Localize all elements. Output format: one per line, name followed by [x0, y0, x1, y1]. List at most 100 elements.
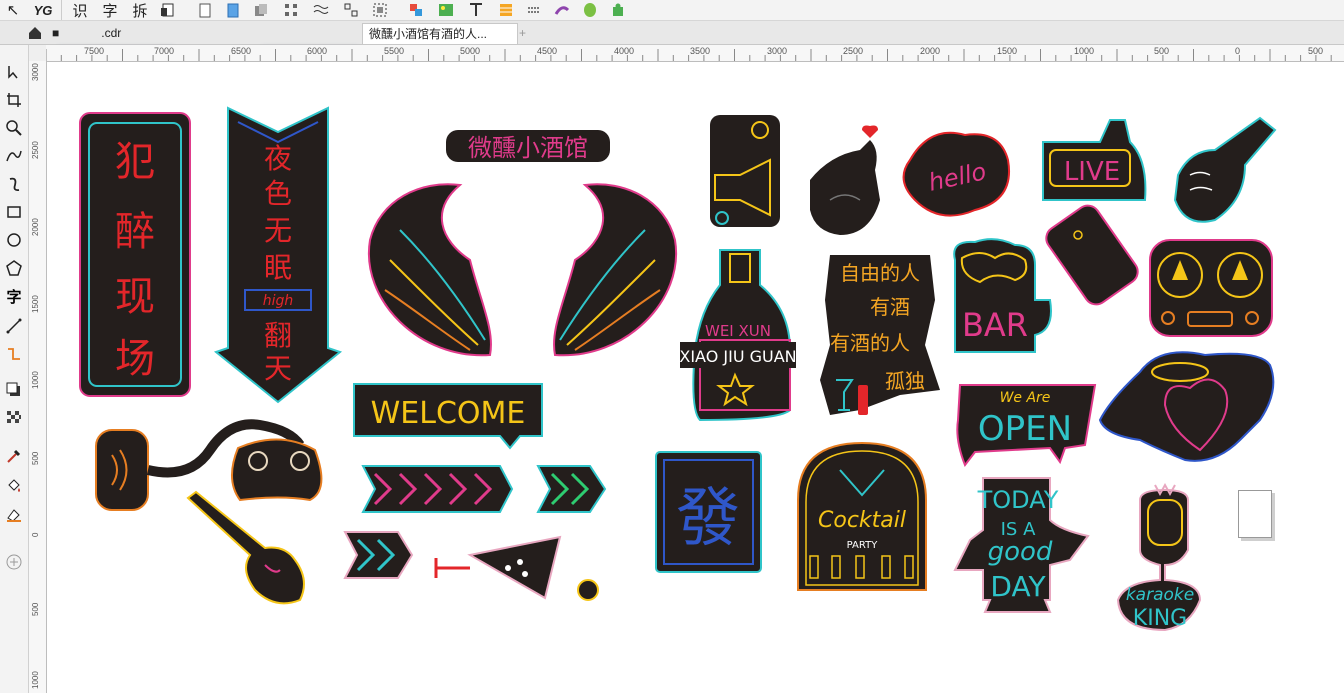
sticker-vertical-sign-1[interactable]: 犯 醉 现 场	[79, 112, 191, 397]
drop-shadow-icon[interactable]	[3, 379, 25, 401]
zoom-icon[interactable]	[3, 117, 25, 139]
yg-button[interactable]: YG	[30, 1, 56, 19]
group-icon[interactable]	[342, 1, 360, 19]
toolbox: 字	[0, 45, 29, 693]
ruler-label: 1000	[31, 671, 40, 689]
dots-grid-icon[interactable]	[524, 1, 544, 19]
shape-color-icon[interactable]	[406, 1, 426, 19]
sticker-hand-heart[interactable]	[810, 125, 880, 236]
sticker-speaker[interactable]	[710, 115, 780, 227]
sticker-open[interactable]: We Are OPEN	[956, 384, 1097, 468]
smart-fill-icon[interactable]	[3, 503, 25, 525]
grid-dots-icon[interactable]	[282, 1, 300, 19]
dimension-icon[interactable]	[3, 315, 25, 337]
page-thumbnail[interactable]	[1238, 490, 1272, 538]
bottle-line2: XIAO JIU GUAN	[679, 347, 796, 366]
artistic-media-icon[interactable]	[3, 173, 25, 195]
sticker-gamepad[interactable]	[95, 419, 323, 511]
open-text: OPEN	[978, 409, 1072, 449]
ruler-label: 2500	[31, 141, 40, 159]
ruler-label: 5000	[460, 46, 481, 56]
wave-lines-icon[interactable]	[312, 1, 330, 19]
sticker-cocktail-party[interactable]: Cocktail PARTY	[797, 441, 927, 591]
sticker-karaoke[interactable]: karaoke KING	[1116, 482, 1202, 632]
table-icon[interactable]	[496, 1, 516, 19]
ruler-label: 7000	[154, 46, 175, 56]
sticker-bottle[interactable]: WEI XUN XIAO JIU GUAN	[679, 249, 797, 422]
copy-icon[interactable]	[252, 1, 270, 19]
sticker-fa[interactable]: 發	[655, 451, 762, 573]
fill-icon[interactable]	[3, 475, 25, 497]
sticker-bar-beer[interactable]: BAR	[953, 238, 1052, 353]
crop-icon[interactable]	[3, 89, 25, 111]
connector-icon[interactable]	[3, 343, 25, 365]
sticker-chevrons-small[interactable]	[343, 531, 414, 579]
puzzle-icon[interactable]	[608, 1, 628, 19]
transparency-icon[interactable]	[3, 407, 25, 429]
rectangle-icon[interactable]	[3, 201, 25, 223]
blue-doc-icon[interactable]	[224, 1, 242, 19]
sign-char: 无	[264, 214, 292, 247]
poem-line: 自由的人	[840, 261, 920, 285]
ruler-origin[interactable]	[29, 45, 47, 62]
eyedropper-icon[interactable]	[3, 445, 25, 467]
text-tool-icon[interactable]: 字	[3, 285, 25, 307]
polygon-icon[interactable]	[3, 257, 25, 279]
sticker-heart-wings[interactable]	[1098, 351, 1275, 462]
sign-char: 现	[115, 274, 155, 320]
sticker-title[interactable]: 微醺小酒馆	[446, 130, 610, 162]
vertical-ruler[interactable]: 3000 2500 2000 1500 1000 500 0 500 1000	[29, 61, 47, 693]
cursor-doc-icon[interactable]	[158, 1, 178, 19]
ruler-label: 7500	[84, 46, 105, 56]
sticker-phone[interactable]	[1042, 201, 1143, 309]
text-button[interactable]: 字	[100, 1, 120, 20]
ellipse-icon[interactable]	[3, 229, 25, 251]
sign-char: 夜	[264, 142, 292, 175]
sticker-guitar[interactable]	[186, 490, 305, 605]
sticker-welcome[interactable]: WELCOME	[353, 383, 543, 450]
toolbar-divider	[61, 0, 62, 20]
tab-file-2[interactable]: 微醺小酒馆有酒的人...	[362, 23, 518, 44]
poem-line: 孤独	[885, 369, 925, 393]
add-tool-icon[interactable]	[3, 551, 25, 573]
ruler-label: 0	[1235, 46, 1241, 56]
image-icon[interactable]	[436, 1, 456, 19]
recognize-button[interactable]: 识	[70, 1, 90, 20]
ruler-label: 1000	[1074, 46, 1095, 56]
drawing-canvas[interactable]: 犯 醉 现 场 夜 色 无 眠 high 翻 天 微醺小酒馆 WELCOME h…	[47, 62, 1344, 693]
ruler-label: 4000	[614, 46, 635, 56]
ruler-label: 6000	[307, 46, 328, 56]
bar-text: BAR	[962, 306, 1028, 344]
sticker-hand-bottle[interactable]	[1173, 116, 1277, 223]
ruler-label: 3000	[767, 46, 788, 56]
freehand-icon[interactable]	[3, 145, 25, 167]
sticker-wings[interactable]	[367, 183, 678, 357]
sticker-chevrons-green[interactable]	[536, 465, 607, 513]
pick-tool-button[interactable]: ↖	[4, 1, 22, 19]
arrow-purple-icon[interactable]	[552, 1, 572, 19]
sticker-arrow-sign[interactable]: 夜 色 无 眠 high 翻 天	[213, 106, 343, 404]
home-tab[interactable]	[28, 23, 42, 43]
text-frame-icon[interactable]	[466, 1, 486, 19]
page-icon[interactable]	[196, 1, 214, 19]
sticker-poem[interactable]: 自由的人 有酒 有酒的人 孤独	[820, 255, 940, 415]
sticker-cocktail-glass[interactable]	[434, 535, 599, 601]
sticker-reel[interactable]	[1149, 239, 1273, 337]
ruler-label: 500	[31, 602, 40, 616]
sticker-today[interactable]: TODAY IS A good DAY	[953, 477, 1090, 613]
leaf-icon[interactable]	[580, 1, 600, 19]
add-tab-button[interactable]: +	[516, 23, 534, 43]
tab-file-1[interactable]: ■ .cdr	[46, 23, 358, 43]
select-region-icon[interactable]	[370, 1, 390, 19]
open-subtitle: We Are	[1000, 390, 1051, 406]
ruler-label: 5500	[384, 46, 405, 56]
ruler-label: 0	[31, 532, 40, 537]
split-button[interactable]: 拆	[130, 1, 150, 20]
horizontal-ruler[interactable]: 7500 7000 6500 6000 5500 5000 4500 4000 …	[46, 45, 1344, 62]
ruler-label: 500	[1154, 46, 1170, 56]
bottle-line1: WEI XUN	[705, 322, 771, 340]
home-icon	[29, 27, 41, 39]
sticker-chevrons-large[interactable]	[361, 465, 514, 513]
sticker-live[interactable]: LIVE	[1042, 119, 1147, 201]
sticker-hello[interactable]: hello	[902, 131, 1010, 217]
